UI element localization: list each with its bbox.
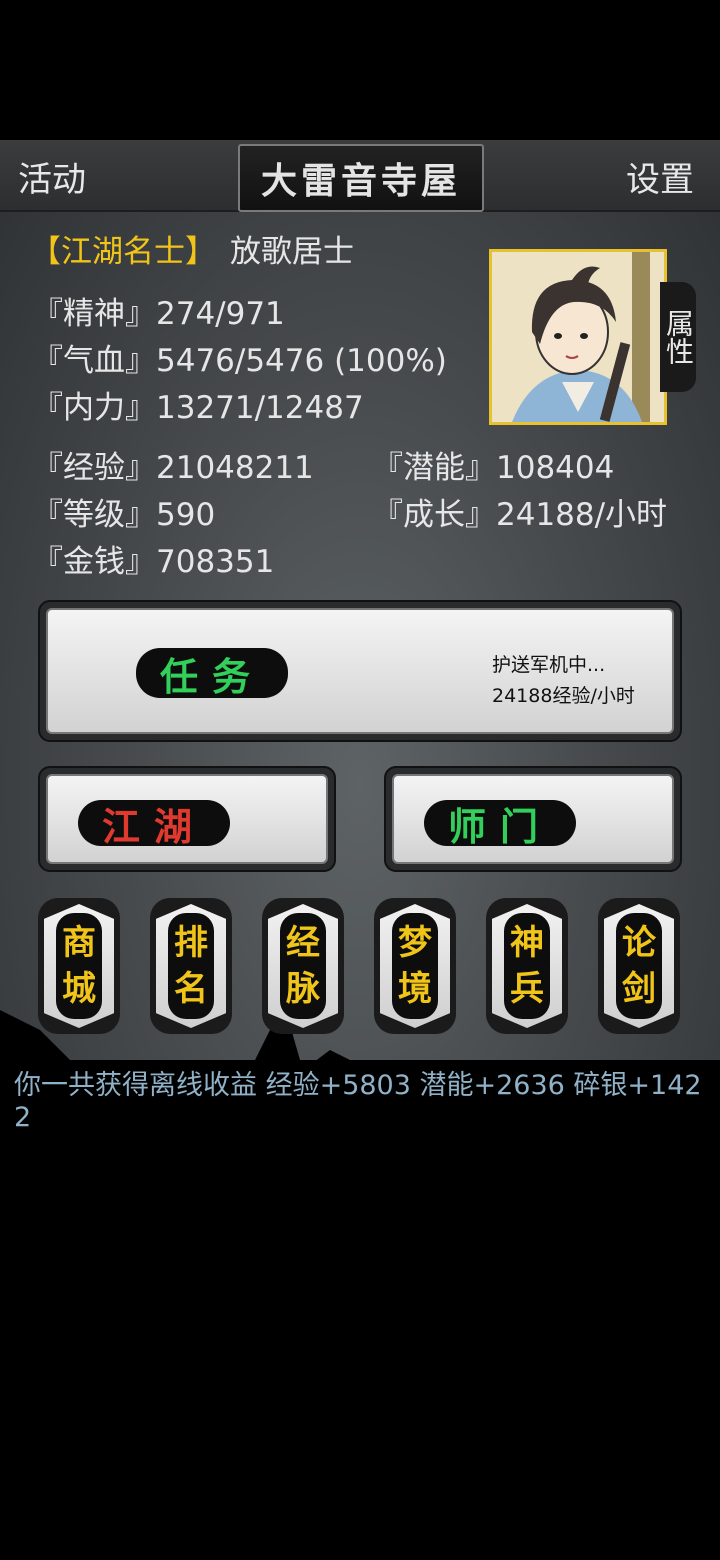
shimen-label: 师门 (424, 800, 576, 849)
dream-label: 梦境 (392, 913, 438, 1019)
player-name: 放歌居士 (230, 234, 354, 270)
stat-potential: 『潜能』108404 (372, 450, 615, 486)
dream-button[interactable]: 梦境 (374, 898, 456, 1034)
shop-label: 商城 (56, 913, 102, 1019)
dream-button-face: 梦境 (380, 904, 450, 1028)
stat-blood: 『气血』5476/5476 (100%) (32, 343, 447, 379)
jianghu-button[interactable]: 江湖 (38, 766, 336, 872)
task-rate: 24188经验/小时 (492, 685, 635, 707)
attributes-tab[interactable]: 属性 (660, 282, 696, 392)
task-button-face: 任务 护送军机中... 24188经验/小时 (46, 608, 674, 734)
stat-energy: 『内力』13271/12487 (32, 390, 364, 426)
shop-button[interactable]: 商城 (38, 898, 120, 1034)
stat-money: 『金钱』708351 (32, 544, 275, 580)
rank-title: 【江湖名士】 (30, 234, 216, 270)
rooftop-silhouette (0, 1010, 720, 1560)
meridian-button-face: 经脉 (268, 904, 338, 1028)
location-title: 大雷音寺屋 (238, 144, 484, 212)
task-button[interactable]: 任务 护送军机中... 24188经验/小时 (38, 600, 682, 742)
weapon-button-face: 神兵 (492, 904, 562, 1028)
shimen-button[interactable]: 师门 (384, 766, 682, 872)
settings-button[interactable]: 设置 (626, 152, 694, 201)
stat-spirit: 『精神』274/971 (32, 296, 285, 332)
stat-growth: 『成长』24188/小时 (372, 497, 668, 533)
shop-button-face: 商城 (44, 904, 114, 1028)
shimen-button-face: 师门 (392, 774, 674, 864)
stat-level: 『等级』590 (32, 497, 216, 533)
task-info: 护送军机中... 24188经验/小时 (492, 650, 635, 712)
jianghu-label: 江湖 (78, 800, 230, 849)
duel-label: 论剑 (616, 913, 662, 1019)
offline-reward-log: 你一共获得离线收益 经验+5803 潜能+2636 碎银+1422 (14, 1070, 702, 1133)
weapon-label: 神兵 (504, 913, 550, 1019)
avatar[interactable] (489, 249, 667, 425)
stat-exp: 『经验』21048211 (32, 450, 314, 486)
character-portrait (492, 252, 664, 422)
duel-button-face: 论剑 (604, 904, 674, 1028)
meridian-button[interactable]: 经脉 (262, 898, 344, 1034)
duel-button[interactable]: 论剑 (598, 898, 680, 1034)
ranking-label: 排名 (168, 913, 214, 1019)
activity-button[interactable]: 活动 (18, 152, 86, 201)
meridian-label: 经脉 (280, 913, 326, 1019)
ranking-button-face: 排名 (156, 904, 226, 1028)
weapon-button[interactable]: 神兵 (486, 898, 568, 1034)
ranking-button[interactable]: 排名 (150, 898, 232, 1034)
task-status: 护送军机中... (492, 654, 606, 676)
jianghu-button-face: 江湖 (46, 774, 328, 864)
task-label: 任务 (136, 648, 288, 699)
